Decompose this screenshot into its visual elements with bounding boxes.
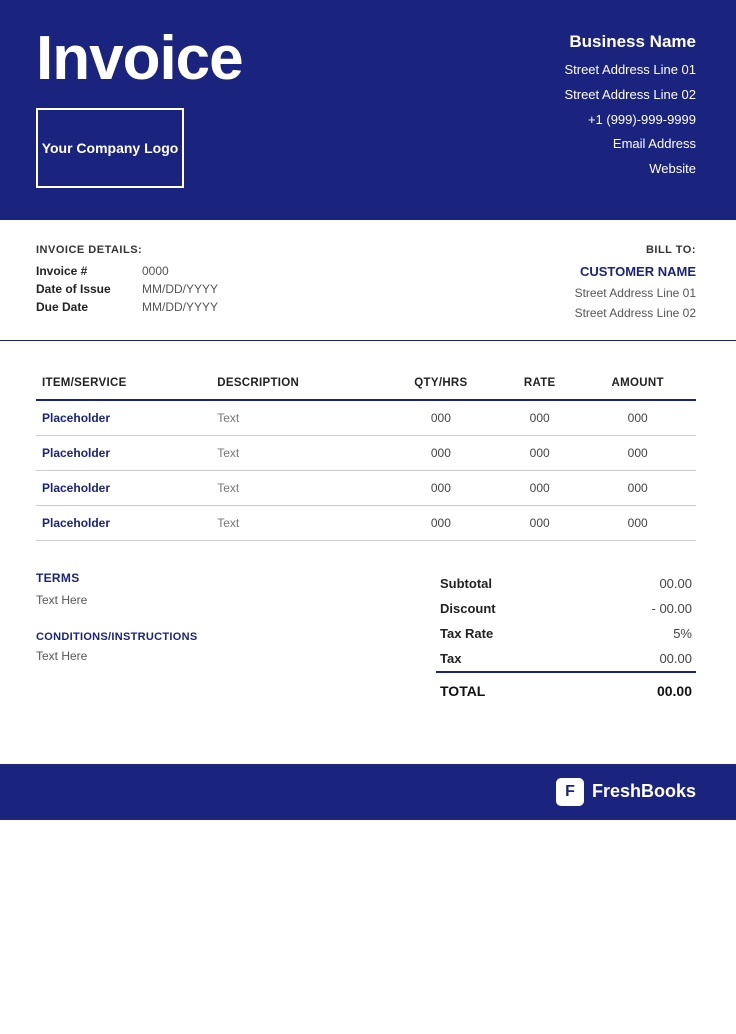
discount-row: Discount - 00.00 — [436, 596, 696, 621]
col-rate: RATE — [500, 369, 579, 400]
item-rate-0: 000 — [500, 400, 579, 436]
item-rate-2: 000 — [500, 470, 579, 505]
subtotal-label: Subtotal — [436, 571, 584, 596]
col-item: ITEM/SERVICE — [36, 369, 211, 400]
item-desc-2: Text — [211, 470, 381, 505]
item-qty-3: 000 — [382, 505, 500, 540]
item-qty-1: 000 — [382, 435, 500, 470]
invoice-details-label: INVOICE DETAILS: — [36, 244, 218, 256]
logo-box: Your Company Logo — [36, 108, 184, 188]
discount-label: Discount — [436, 596, 584, 621]
table-row: Placeholder Text 000 000 000 — [36, 435, 696, 470]
conditions-text: Text Here — [36, 649, 336, 663]
business-email: Email Address — [564, 134, 696, 155]
item-name-3: Placeholder — [36, 505, 211, 540]
table-row: Placeholder Text 000 000 000 — [36, 470, 696, 505]
subtotal-value: 00.00 — [584, 571, 696, 596]
due-date-row: Due Date MM/DD/YYYY — [36, 300, 218, 314]
items-table: ITEM/SERVICE DESCRIPTION QTY/HRS RATE AM… — [36, 369, 696, 541]
date-issue-val: MM/DD/YYYY — [142, 282, 218, 296]
item-qty-0: 000 — [382, 400, 500, 436]
taxrate-label: Tax Rate — [436, 621, 584, 646]
date-issue-row: Date of Issue MM/DD/YYYY — [36, 282, 218, 296]
subtotal-row: Subtotal 00.00 — [436, 571, 696, 596]
due-date-key: Due Date — [36, 300, 126, 314]
total-label: TOTAL — [436, 672, 584, 704]
col-amount: AMOUNT — [579, 369, 696, 400]
col-qty: QTY/HRS — [382, 369, 500, 400]
invoice-number-row: Invoice # 0000 — [36, 264, 218, 278]
item-name-2: Placeholder — [36, 470, 211, 505]
freshbooks-logo: F FreshBooks — [556, 778, 696, 806]
details-left: INVOICE DETAILS: Invoice # 0000 Date of … — [36, 244, 218, 324]
details-right: BILL TO: CUSTOMER NAME Street Address Li… — [575, 244, 696, 324]
bottom-section: TERMS Text Here CONDITIONS/INSTRUCTIONS … — [0, 551, 736, 724]
business-website: Website — [564, 159, 696, 180]
bill-to-label: BILL TO: — [575, 244, 696, 256]
item-name-1: Placeholder — [36, 435, 211, 470]
totals-table: Subtotal 00.00 Discount - 00.00 Tax Rate… — [436, 571, 696, 704]
invoice-number-val: 0000 — [142, 264, 169, 278]
customer-name: CUSTOMER NAME — [575, 264, 696, 279]
bill-address2: Street Address Line 02 — [575, 303, 696, 323]
tax-label: Tax — [436, 646, 584, 672]
freshbooks-brand: FreshBooks — [592, 781, 696, 802]
tax-row: Tax 00.00 — [436, 646, 696, 672]
total-value: 00.00 — [584, 672, 696, 704]
item-desc-1: Text — [211, 435, 381, 470]
item-desc-0: Text — [211, 400, 381, 436]
header-right: Business Name Street Address Line 01 Str… — [564, 32, 696, 180]
invoice-details-section: INVOICE DETAILS: Invoice # 0000 Date of … — [0, 220, 736, 341]
terms-text: Text Here — [36, 593, 336, 607]
item-amount-3: 000 — [579, 505, 696, 540]
invoice-number-key: Invoice # — [36, 264, 126, 278]
table-row: Placeholder Text 000 000 000 — [36, 400, 696, 436]
business-name: Business Name — [564, 32, 696, 52]
item-desc-3: Text — [211, 505, 381, 540]
date-issue-key: Date of Issue — [36, 282, 126, 296]
item-rate-1: 000 — [500, 435, 579, 470]
item-amount-1: 000 — [579, 435, 696, 470]
total-row: TOTAL 00.00 — [436, 672, 696, 704]
business-address2: Street Address Line 02 — [564, 85, 696, 106]
col-desc: DESCRIPTION — [211, 369, 381, 400]
invoice-title: Invoice — [36, 28, 243, 90]
footer: F FreshBooks — [0, 764, 736, 820]
terms-left: TERMS Text Here CONDITIONS/INSTRUCTIONS … — [36, 571, 336, 704]
due-date-val: MM/DD/YYYY — [142, 300, 218, 314]
discount-value: - 00.00 — [584, 596, 696, 621]
taxrate-value: 5% — [584, 621, 696, 646]
freshbooks-icon-letter: F — [565, 783, 575, 801]
item-name-0: Placeholder — [36, 400, 211, 436]
conditions-label: CONDITIONS/INSTRUCTIONS — [36, 631, 336, 643]
logo-text: Your Company Logo — [42, 139, 179, 157]
table-row: Placeholder Text 000 000 000 — [36, 505, 696, 540]
tax-value: 00.00 — [584, 646, 696, 672]
item-amount-2: 000 — [579, 470, 696, 505]
header-left: Invoice Your Company Logo — [36, 28, 243, 188]
business-address1: Street Address Line 01 — [564, 60, 696, 81]
taxrate-row: Tax Rate 5% — [436, 621, 696, 646]
terms-label: TERMS — [36, 571, 336, 585]
item-rate-3: 000 — [500, 505, 579, 540]
table-section: ITEM/SERVICE DESCRIPTION QTY/HRS RATE AM… — [0, 341, 736, 541]
freshbooks-icon: F — [556, 778, 584, 806]
item-qty-2: 000 — [382, 470, 500, 505]
table-header-row: ITEM/SERVICE DESCRIPTION QTY/HRS RATE AM… — [36, 369, 696, 400]
business-phone: +1 (999)-999-9999 — [564, 110, 696, 131]
item-amount-0: 000 — [579, 400, 696, 436]
header: Invoice Your Company Logo Business Name … — [0, 0, 736, 220]
totals-right: Subtotal 00.00 Discount - 00.00 Tax Rate… — [436, 571, 696, 704]
bill-address1: Street Address Line 01 — [575, 283, 696, 303]
